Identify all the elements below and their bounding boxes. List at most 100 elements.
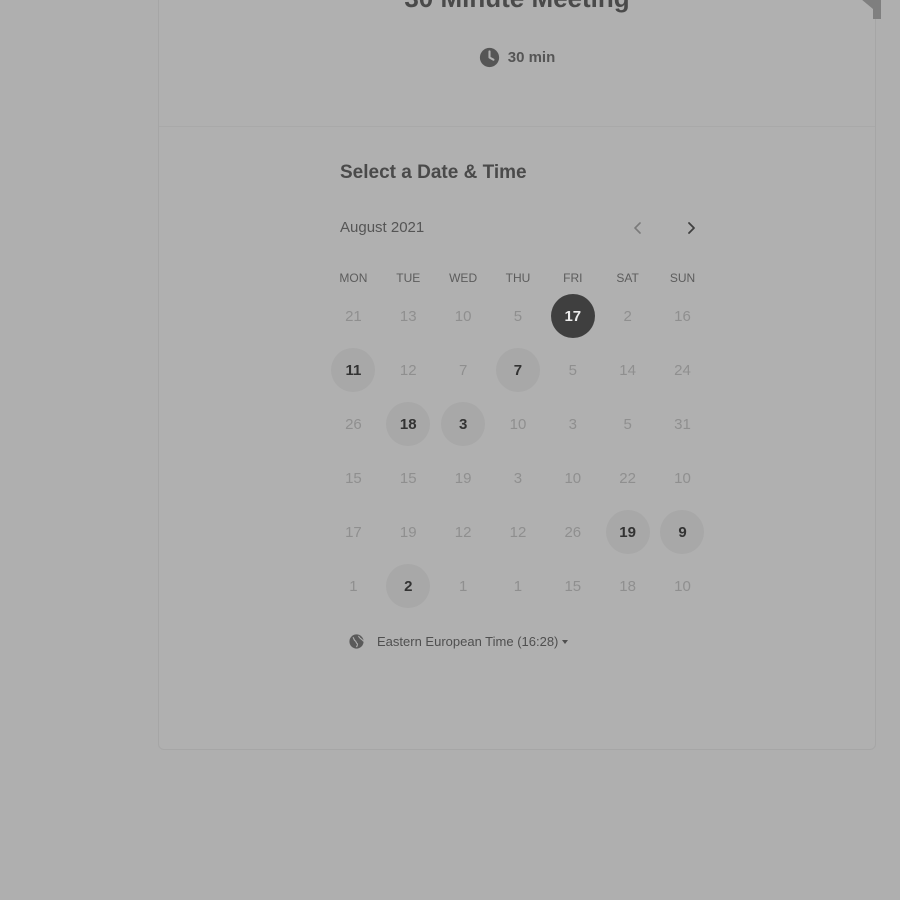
calendar-cell: 18 <box>381 397 436 451</box>
unavailable-day: 17 <box>345 523 362 541</box>
unavailable-day: 12 <box>399 361 417 379</box>
calendar-cell: 19 <box>436 451 491 505</box>
calendar-cell: 2 <box>600 289 655 343</box>
unavailable-day: 10 <box>564 469 582 487</box>
unavailable-day: 31 <box>674 415 691 433</box>
unavailable-day: 1 <box>513 577 523 595</box>
calendar-cell: 19 <box>600 505 655 559</box>
event-header: 30 Minute Meeting 30 min <box>159 0 881 127</box>
available-day-button[interactable]: 11 <box>331 348 376 392</box>
unavailable-day: 10 <box>674 469 691 487</box>
weekday-label: SUN <box>669 271 696 285</box>
calendar-cell: 10 <box>436 289 491 343</box>
calendar-cell: 10 <box>545 451 600 505</box>
next-month-button[interactable] <box>679 216 703 240</box>
calendar-cell: 12 <box>491 505 546 559</box>
unavailable-day: 15 <box>399 469 417 487</box>
calendar-day-grid: 21 13 10 5 17 2 16 11 12 7 7 5 14 24 26 18 3 10 3 5 31 15 15 19… <box>326 289 710 613</box>
calendar-cell: 10 <box>491 397 546 451</box>
weekday-header-row: MON TUE WED THU FRI SAT SUN <box>326 271 710 285</box>
calendar-cell: 1 <box>436 559 491 613</box>
unavailable-day: 5 <box>513 307 523 325</box>
unavailable-day: 1 <box>458 577 468 595</box>
unavailable-day: 5 <box>623 415 632 433</box>
weekday-label: THU <box>505 271 531 285</box>
unavailable-day: 5 <box>568 361 577 379</box>
calendar-cell: 5 <box>600 397 655 451</box>
timezone-label: Eastern European Time (16:28) <box>377 634 559 649</box>
calendar-cell: 24 <box>655 343 710 397</box>
selected-day-button[interactable]: 17 <box>550 294 595 338</box>
calendar-cell: 22 <box>600 451 655 505</box>
weekday-label: FRI <box>563 271 583 285</box>
unavailable-day: 22 <box>619 469 636 487</box>
unavailable-day: 12 <box>509 523 527 541</box>
calendar-cell: 26 <box>545 505 600 559</box>
available-day-button[interactable]: 3 <box>441 402 486 446</box>
calendar-cell: 1 <box>491 559 546 613</box>
calendar-cell: 13 <box>381 289 436 343</box>
calendar-cell: 3 <box>436 397 491 451</box>
unavailable-day: 24 <box>674 361 691 379</box>
calendar-cell: 12 <box>436 505 491 559</box>
calendar-cell: 14 <box>600 343 655 397</box>
calendar-cell: 17 <box>545 289 600 343</box>
duration-info: 30 min <box>159 47 875 68</box>
timezone-selector[interactable]: Eastern European Time (16:28) <box>348 633 569 650</box>
calendar-cell: 18 <box>600 559 655 613</box>
unavailable-day: 15 <box>345 469 362 487</box>
calendar-cell: 16 <box>655 289 710 343</box>
chevron-right-icon <box>688 222 695 234</box>
calendar-cell: 17 <box>326 505 381 559</box>
unavailable-day: 13 <box>399 307 417 325</box>
calendar-cell: 3 <box>491 451 546 505</box>
calendar-cell: 15 <box>545 559 600 613</box>
calendar-cell: 3 <box>545 397 600 451</box>
duration-label: 30 min <box>507 49 556 66</box>
meeting-title: 30 Minute Meeting <box>159 0 875 14</box>
unavailable-day: 19 <box>454 469 472 487</box>
booking-page: 30 Minute Meeting 30 min Select a Date &… <box>0 0 900 900</box>
calendar-cell: 7 <box>436 343 491 397</box>
previous-month-button[interactable] <box>626 216 650 240</box>
unavailable-day: 10 <box>509 415 527 433</box>
calendar-cell: 10 <box>655 451 710 505</box>
available-day-button[interactable]: 7 <box>495 348 540 392</box>
calendar-cell: 12 <box>381 343 436 397</box>
select-date-time-heading: Select a Date & Time <box>340 162 527 183</box>
weekday-label: TUE <box>396 271 421 285</box>
calendar-cell: 26 <box>326 397 381 451</box>
unavailable-day: 18 <box>619 577 636 595</box>
unavailable-day: 26 <box>564 523 582 541</box>
calendar-cell: 31 <box>655 397 710 451</box>
corner-ribbon <box>862 0 881 19</box>
unavailable-day: 16 <box>674 307 691 325</box>
unavailable-day: 10 <box>454 307 472 325</box>
caret-down-icon <box>562 639 569 644</box>
unavailable-day: 19 <box>399 523 417 541</box>
calendar-cell: 15 <box>381 451 436 505</box>
chevron-left-icon <box>634 222 641 234</box>
calendar-cell: 7 <box>491 343 546 397</box>
unavailable-day: 21 <box>345 307 362 325</box>
month-label: August 2021 <box>340 219 425 236</box>
available-day-button[interactable]: 2 <box>386 564 431 608</box>
calendar-cell: 10 <box>655 559 710 613</box>
clock-icon <box>479 47 499 68</box>
available-day-button[interactable]: 9 <box>660 510 705 554</box>
calendar-cell: 11 <box>326 343 381 397</box>
calendar-cell: 5 <box>491 289 546 343</box>
calendar-cell: 9 <box>655 505 710 559</box>
calendar-cell: 15 <box>326 451 381 505</box>
calendar-cell: 19 <box>381 505 436 559</box>
unavailable-day: 3 <box>568 415 577 433</box>
unavailable-day: 15 <box>564 577 582 595</box>
available-day-button[interactable]: 19 <box>605 510 650 554</box>
calendar-cell: 1 <box>326 559 381 613</box>
unavailable-day: 3 <box>513 469 523 487</box>
weekday-label: MON <box>339 271 368 285</box>
unavailable-day: 14 <box>619 361 636 379</box>
calendar-cell: 2 <box>381 559 436 613</box>
unavailable-day: 2 <box>623 307 632 325</box>
available-day-button[interactable]: 18 <box>386 402 431 446</box>
